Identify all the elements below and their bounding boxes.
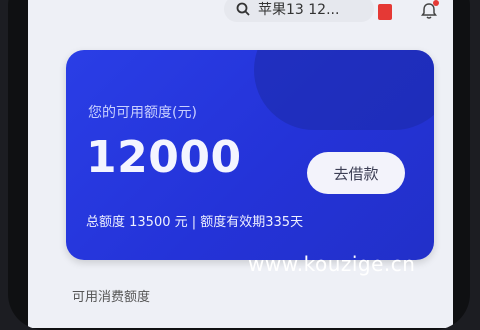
credit-card: 您的可用额度(元) 12000 去借款 总额度 13500 元 | 额度有效期3… <box>66 50 434 260</box>
available-credit-amount: 12000 <box>86 132 242 183</box>
watermark-text: www.kouzige.cn <box>248 252 416 276</box>
section-label: 可用消费额度 <box>72 290 151 305</box>
notification-dot <box>433 0 439 6</box>
search-icon <box>236 2 250 16</box>
search-bar[interactable]: 苹果13 12... <box>224 0 374 22</box>
credit-summary: 总额度 13500 元 | 额度有效期335天 <box>86 215 304 230</box>
search-text: 苹果13 12... <box>258 2 340 18</box>
app-screen: 苹果13 12... 您的可用额度(元) 12000 去借款 总额度 13500… <box>28 0 453 328</box>
app-icon[interactable] <box>378 4 392 20</box>
borrow-button[interactable]: 去借款 <box>307 152 405 194</box>
phone-frame: 苹果13 12... 您的可用额度(元) 12000 去借款 总额度 13500… <box>8 0 470 330</box>
available-credit-label: 您的可用额度(元) <box>88 105 197 121</box>
card-decoration <box>254 50 434 130</box>
